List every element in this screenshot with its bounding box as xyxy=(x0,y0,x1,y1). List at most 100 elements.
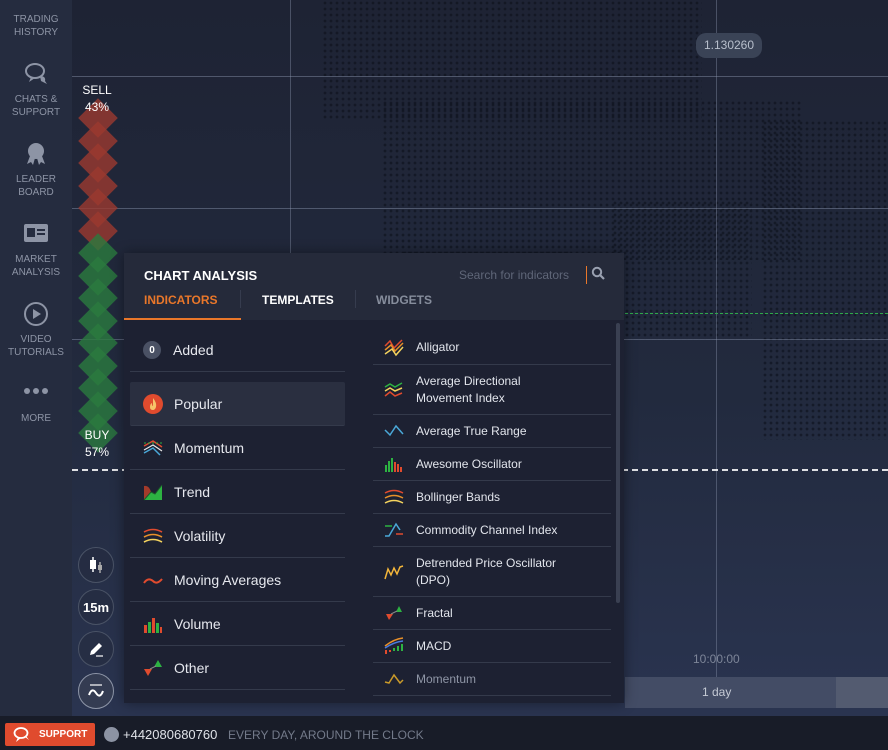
nav-market-analysis[interactable]: MARKET ANALYSIS xyxy=(0,221,72,279)
indicator-alligator[interactable]: Alligator xyxy=(373,331,611,365)
support-button[interactable]: SUPPORT xyxy=(5,723,95,746)
grid-line xyxy=(716,0,717,678)
category-label: Volume xyxy=(174,615,221,632)
trader-sentiment: SELL 43% BUY 57% xyxy=(76,82,120,462)
indicator-categories: 0 Added Popular Momentum Trend Volatilit… xyxy=(130,329,345,690)
indicator-label: Detrended Price Oscillator (DPO) xyxy=(416,555,557,587)
category-added[interactable]: 0 Added xyxy=(130,329,345,372)
pencil-icon xyxy=(90,643,103,657)
other-arrows-icon xyxy=(144,659,162,676)
category-moving-averages[interactable]: Moving Averages xyxy=(130,558,345,602)
nav-trading-history[interactable]: TRADING HISTORY xyxy=(0,13,72,39)
nav-label: LEADER BOARD xyxy=(15,174,56,198)
category-volume[interactable]: Volume xyxy=(130,602,345,646)
world-map-dots xyxy=(612,200,752,340)
search-icon[interactable] xyxy=(591,266,605,280)
play-icon xyxy=(24,302,48,326)
nav-label: VIDEO TUTORIALS xyxy=(8,334,64,358)
indicator-atr[interactable]: Average True Range xyxy=(373,415,611,448)
category-trend[interactable]: Trend xyxy=(130,470,345,514)
category-volatility[interactable]: Volatility xyxy=(130,514,345,558)
momentum-line-icon xyxy=(384,673,404,685)
category-popular[interactable]: Popular xyxy=(130,382,345,426)
chart-analysis-panel: CHART ANALYSIS INDICATORS TEMPLATES WIDG… xyxy=(124,253,624,703)
category-momentum[interactable]: Momentum xyxy=(130,426,345,470)
indicator-dpo[interactable]: Detrended Price Oscillator (DPO) xyxy=(373,547,611,597)
cci-icon xyxy=(385,522,403,537)
nav-chats-support[interactable]: CHATS & SUPPORT xyxy=(0,61,72,119)
chat-icon xyxy=(25,63,47,84)
timeframe-button[interactable]: 15m xyxy=(78,589,114,625)
tab-indicators[interactable]: INDICATORS xyxy=(144,293,218,307)
indicator-label: Bollinger Bands xyxy=(416,489,501,504)
grid-line xyxy=(72,208,888,209)
nav-video-tutorials[interactable]: VIDEO TUTORIALS xyxy=(0,301,72,359)
drawing-tools-button[interactable] xyxy=(78,631,114,667)
time-range-label[interactable]: 1 day xyxy=(625,677,836,708)
medal-icon xyxy=(27,143,45,165)
active-tab-indicator xyxy=(124,318,241,320)
category-label: Moving Averages xyxy=(174,571,282,588)
category-label: Other xyxy=(174,659,210,676)
fractal-icon xyxy=(386,606,402,620)
indicator-list-scrollbar[interactable] xyxy=(616,323,620,603)
alligator-icon xyxy=(384,338,404,356)
indicator-wave-icon xyxy=(88,684,104,697)
indicator-label: Fractal xyxy=(416,605,453,620)
nav-label: MORE xyxy=(21,413,51,424)
indicator-list: Alligator Average Directional Movement I… xyxy=(373,331,611,701)
indicator-cci[interactable]: Commodity Channel Index xyxy=(373,514,611,547)
indicator-label: Commodity Channel Index xyxy=(416,522,558,537)
indicator-macd[interactable]: MACD xyxy=(373,630,611,663)
world-map-dots xyxy=(762,120,888,440)
indicator-awesome-oscillator[interactable]: Awesome Oscillator xyxy=(373,448,611,481)
tab-widgets[interactable]: WIDGETS xyxy=(376,293,432,307)
nav-leader-board[interactable]: LEADER BOARD xyxy=(0,141,72,199)
time-range-handle[interactable] xyxy=(836,677,888,708)
nav-label: CHATS & SUPPORT xyxy=(11,94,61,118)
tab-templates[interactable]: TEMPLATES xyxy=(262,293,334,307)
candles-icon xyxy=(90,557,102,573)
nav-more[interactable]: MORE xyxy=(0,384,72,425)
indicator-label: Average Directional Movement Index xyxy=(416,373,521,405)
support-hours: EVERY DAY, AROUND THE CLOCK xyxy=(228,728,424,742)
time-range-bar[interactable]: 1 day xyxy=(625,677,888,708)
indicator-adx[interactable]: Average Directional Movement Index xyxy=(373,365,611,415)
added-count-badge: 0 xyxy=(143,341,161,359)
indicator-label: MACD xyxy=(416,638,452,653)
tab-divider xyxy=(355,290,356,308)
support-phone-number[interactable]: +442080680760 xyxy=(123,727,217,742)
indicator-search-input[interactable] xyxy=(459,266,587,284)
category-label: Trend xyxy=(174,483,211,500)
moving-average-icon xyxy=(143,577,163,584)
nav-label: TRADING HISTORY xyxy=(13,14,59,38)
indicator-momentum[interactable]: Momentum xyxy=(373,663,611,696)
volatility-icon xyxy=(143,528,163,543)
footer-bar: SUPPORT +442080680760 EVERY DAY, AROUND … xyxy=(0,716,888,750)
adx-icon xyxy=(384,381,403,397)
indicator-label: Awesome Oscillator xyxy=(416,456,522,471)
category-label: Added xyxy=(173,342,214,358)
volume-icon xyxy=(144,617,162,633)
chart-type-button[interactable] xyxy=(78,547,114,583)
indicator-label: Alligator xyxy=(416,340,460,354)
bollinger-icon xyxy=(384,489,404,504)
indicator-bollinger-bands[interactable]: Bollinger Bands xyxy=(373,481,611,514)
category-other[interactable]: Other xyxy=(130,646,345,690)
phone-icon xyxy=(104,727,119,742)
panel-title: CHART ANALYSIS xyxy=(144,268,258,283)
momentum-icon xyxy=(143,439,163,456)
awesome-oscillator-icon xyxy=(385,458,402,472)
category-label: Volatility xyxy=(174,527,226,544)
indicator-fractal[interactable]: Fractal xyxy=(373,597,611,630)
timeframe-label: 15m xyxy=(82,599,110,615)
chat-icon xyxy=(13,726,29,742)
time-axis-label: 10:00:00 xyxy=(693,652,740,666)
sell-percent: 43% xyxy=(84,100,110,114)
trend-icon xyxy=(143,484,163,500)
indicators-button[interactable] xyxy=(78,673,114,709)
panel-header: CHART ANALYSIS INDICATORS TEMPLATES WIDG… xyxy=(124,253,624,320)
current-price-label: 1.130260 xyxy=(696,33,762,58)
atr-icon xyxy=(384,424,404,437)
open-price-line xyxy=(620,313,888,314)
